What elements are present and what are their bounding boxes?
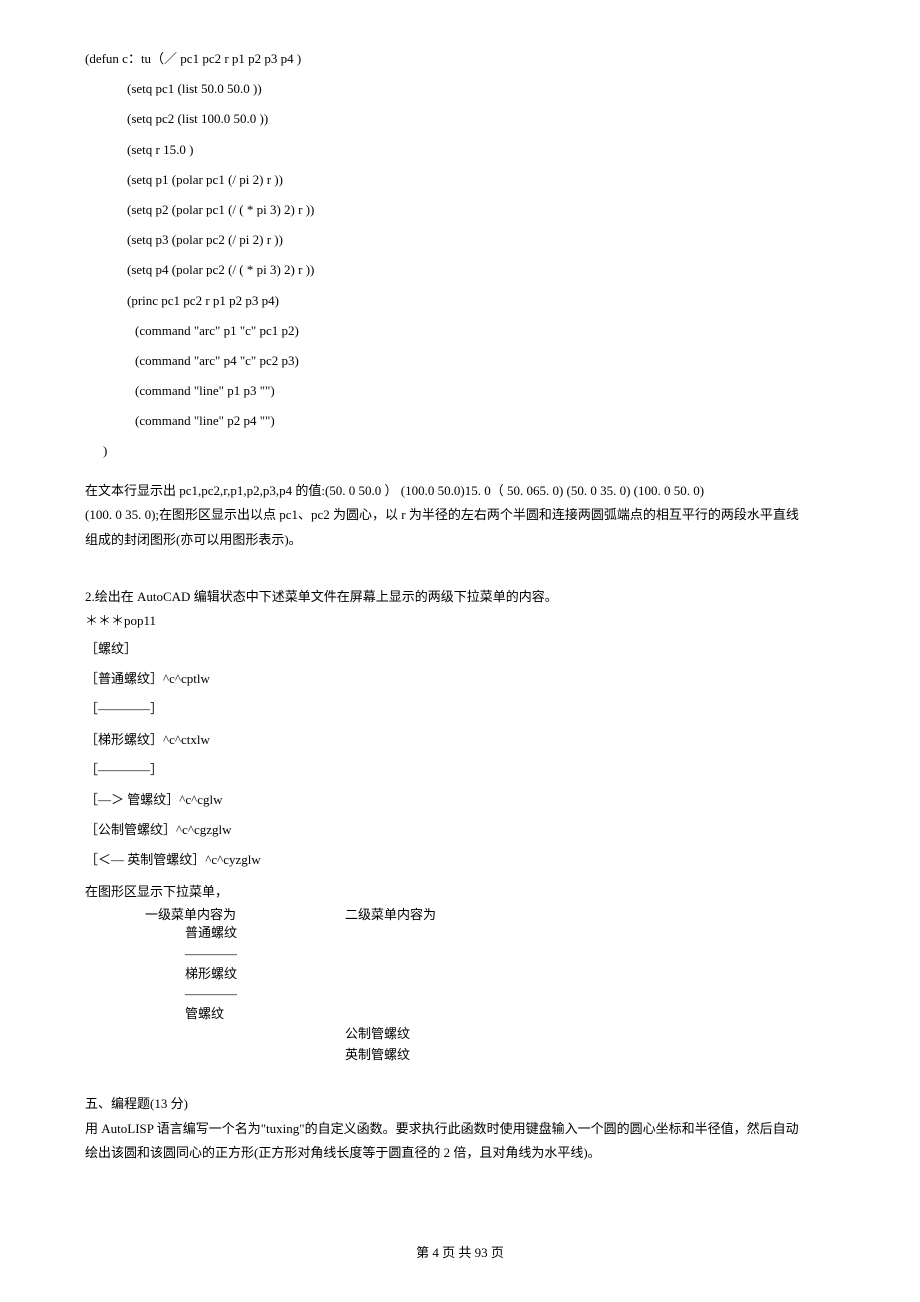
menu-line: ［梯形螺纹］^c^ctxlw xyxy=(85,731,835,749)
menu-line: ［————］ xyxy=(85,700,835,718)
section-title: 五、编程题(13 分) xyxy=(85,1094,835,1115)
code-block: (defun c：tu（／ pc1 pc2 r p1 p2 p3 p4 ) (s… xyxy=(85,50,835,461)
col1-header: 一级菜单内容为 xyxy=(85,906,345,924)
col2-header: 二级菜单内容为 xyxy=(345,906,436,924)
result-intro: 在图形区显示下拉菜单， xyxy=(85,882,835,903)
code-line: (setq pc2 (list 100.0 50.0 )) xyxy=(85,110,835,128)
code-line: (setq p4 (polar pc2 (/ ( * pi 3) 2) r )) xyxy=(85,261,835,279)
code-line: (setq pc1 (list 50.0 50.0 )) xyxy=(85,80,835,98)
code-line: (setq p3 (polar pc2 (/ pi 2) r )) xyxy=(85,231,835,249)
menu-item: 梯形螺纹 xyxy=(85,965,835,983)
question-title: 2.绘出在 AutoCAD 编辑状态中下述菜单文件在屏幕上显示的两级下拉菜单的内… xyxy=(85,587,835,608)
menu-sep: ———— xyxy=(85,985,835,1003)
menu-line: ［螺纹］ xyxy=(85,640,835,658)
code-line: (defun c：tu（／ pc1 pc2 r p1 p2 p3 p4 ) xyxy=(85,50,835,68)
menu-line: ［＜— 英制管螺纹］^c^cyzglw xyxy=(85,851,835,869)
code-line: (princ pc1 pc2 r p1 p2 p3 p4) xyxy=(85,292,835,310)
menu-line: ＊＊＊pop11 xyxy=(85,612,835,630)
menu-line: ［————］ xyxy=(85,761,835,779)
section-5: 五、编程题(13 分) 用 AutoLISP 语言编写一个名为"tuxing"的… xyxy=(85,1094,835,1164)
answer-line: (100. 0 35. 0);在图形区显示出以点 pc1、pc2 为圆心，以 r… xyxy=(85,505,835,526)
menu-result: 在图形区显示下拉菜单， 一级菜单内容为 二级菜单内容为 普通螺纹 ———— 梯形… xyxy=(85,882,835,1064)
code-line: (command "arc" p1 "c" pc1 p2) xyxy=(85,322,835,340)
menu-line: ［—＞ 管螺纹］^c^cglw xyxy=(85,791,835,809)
code-line: (command "line" p2 p4 "") xyxy=(85,412,835,430)
menu-line: ［普通螺纹］^c^cptlw xyxy=(85,670,835,688)
code-line: (command "line" p1 p3 "") xyxy=(85,382,835,400)
code-line: ) xyxy=(85,442,835,460)
menu-item: 普通螺纹 xyxy=(85,924,835,942)
section-line: 用 AutoLISP 语言编写一个名为"tuxing"的自定义函数。要求执行此函… xyxy=(85,1119,835,1140)
menu-item: 管螺纹 xyxy=(85,1005,835,1023)
submenu-item: 英制管螺纹 xyxy=(85,1046,835,1064)
section-line: 绘出该圆和该圆同心的正方形(正方形对角线长度等于圆直径的 2 倍，且对角线为水平… xyxy=(85,1143,835,1164)
question-2: 2.绘出在 AutoCAD 编辑状态中下述菜单文件在屏幕上显示的两级下拉菜单的内… xyxy=(85,587,835,869)
code-line: (setq p1 (polar pc1 (/ pi 2) r )) xyxy=(85,171,835,189)
menu-line: ［公制管螺纹］^c^cgzglw xyxy=(85,821,835,839)
submenu-item: 公制管螺纹 xyxy=(85,1025,835,1043)
menu-sep: ———— xyxy=(85,945,835,963)
code-line: (setq r 15.0 ) xyxy=(85,141,835,159)
code-line: (command "arc" p4 "c" pc2 p3) xyxy=(85,352,835,370)
answer-line: 组成的封闭图形(亦可以用图形表示)。 xyxy=(85,530,835,551)
answer-paragraph: 在文本行显示出 pc1,pc2,r,p1,p2,p3,p4 的值:(50. 0 … xyxy=(85,481,835,551)
code-line: (setq p2 (polar pc1 (/ ( * pi 3) 2) r )) xyxy=(85,201,835,219)
page-footer: 第 4 页 共 93 页 xyxy=(0,1244,920,1262)
answer-line: 在文本行显示出 pc1,pc2,r,p1,p2,p3,p4 的值:(50. 0 … xyxy=(85,481,835,502)
